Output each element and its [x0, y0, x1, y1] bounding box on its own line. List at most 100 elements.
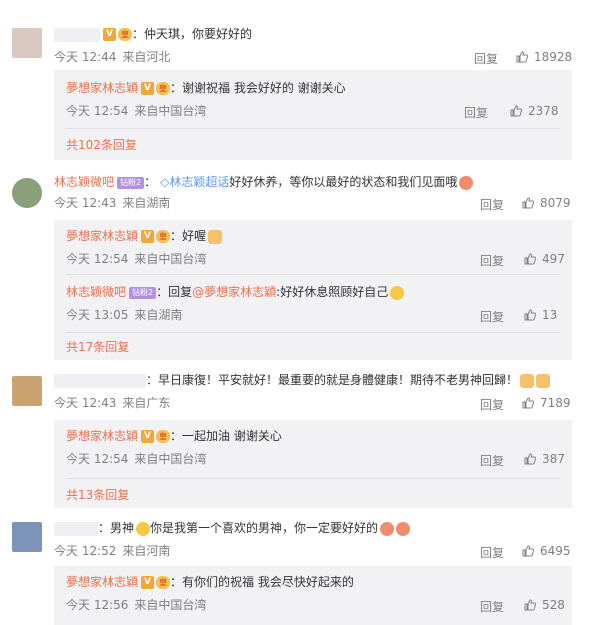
reply-button[interactable]: 回复 — [464, 104, 488, 121]
sub-reply-username[interactable]: 夢想家林志穎 — [66, 229, 138, 243]
thumbs-up-icon — [522, 545, 535, 557]
sub-reply-header: 夢想家林志穎 V 皇：谢谢祝福 我会好好的 谢谢关心 — [66, 81, 346, 95]
reply-button[interactable]: 回复 — [480, 396, 504, 413]
comment-text-part2: 你是我第一个喜欢的男神，你一定要好好的 — [150, 521, 379, 535]
more-replies-link[interactable]: 共17条回复 — [66, 338, 129, 355]
reply-box: 夢想家林志穎 V 皇：一起加油 谢谢关心 今天 12:54 来自中国台湾 回复 387… — [54, 420, 572, 508]
avatar[interactable] — [12, 376, 42, 406]
reply-button[interactable]: 回复 — [480, 196, 504, 213]
sub-reply-text: 一起加油 谢谢关心 — [182, 429, 282, 443]
username-blurred[interactable] — [54, 373, 146, 388]
reply-button[interactable]: 回复 — [480, 452, 504, 469]
comment-item: V 皇：仲天琪，你要好好的 今天 12:44 来自河北 回复 18928 夢想家林志… — [0, 0, 589, 160]
sub-reply-meta: 今天 12:54 来自中国台湾 — [66, 452, 212, 466]
sub-reply-username[interactable]: 夢想家林志穎 — [66, 429, 138, 443]
sub-reply-meta: 今天 12:54 来自中国台湾 — [66, 104, 212, 118]
comment-text-part1: 男神 — [110, 521, 135, 535]
source: 来自中国台湾 — [134, 252, 207, 266]
username-blurred[interactable] — [54, 521, 98, 536]
divider — [66, 128, 560, 129]
crown-icon: 皇 — [156, 230, 171, 243]
topic-icon: ◇ — [160, 175, 170, 189]
sub-reply-header: 夢想家林志穎 V 皇：一起加油 谢谢关心 — [66, 429, 282, 443]
source: 来自广东 — [122, 396, 171, 410]
comment-meta: 今天 12:43 来自广东 — [54, 396, 176, 410]
avatar[interactable] — [12, 28, 42, 58]
reply-button[interactable]: 回复 — [480, 598, 504, 615]
like-count: 18928 — [534, 50, 573, 64]
like-button[interactable]: 497 — [524, 252, 565, 266]
sub-reply: 夢想家林志穎 V 皇：好喔 今天 12:54 来自中国台湾 回复 497 — [54, 220, 572, 274]
reply-prefix: 回复 — [168, 285, 193, 299]
comment-header: ：男神 你是我第一个喜欢的男神，你一定要好好的 — [54, 520, 411, 536]
emoji-icon — [396, 521, 411, 536]
comment-item: ：男神 你是我第一个喜欢的男神，你一定要好好的 今天 12:52 来自河南 回复 6… — [0, 510, 589, 625]
sub-reply-meta: 今天 12:54 来自中国台湾 — [66, 252, 212, 266]
comment-item: 林志颖微吧 钻粉2： ◇林志颖超话好好休养，等你以最好的状态和我们见面哦 今天 12… — [0, 160, 589, 360]
like-count: 528 — [542, 598, 565, 612]
like-button[interactable]: 8079 — [522, 196, 571, 210]
sub-reply-text: 好好休息照顾好自己 — [280, 285, 389, 299]
like-button[interactable]: 18928 — [516, 50, 572, 64]
timestamp: 今天 12:54 — [66, 252, 129, 266]
verified-icon: V — [141, 576, 155, 589]
like-count: 7189 — [540, 396, 571, 410]
topic-link[interactable]: 林志颖超话 — [169, 175, 229, 189]
like-count: 2378 — [528, 104, 559, 118]
source: 来自河南 — [122, 544, 171, 558]
like-button[interactable]: 528 — [524, 598, 565, 612]
sub-reply: 夢想家林志穎 V 皇：谢谢祝福 我会好好的 谢谢关心 今天 12:54 来自中国台湾 … — [54, 70, 572, 124]
thumbs-up-icon — [524, 599, 537, 611]
reply-button[interactable]: 回复 — [480, 252, 504, 269]
sub-reply-username[interactable]: 林志颖微吧 — [66, 285, 126, 299]
more-replies-link[interactable]: 共13条回复 — [66, 486, 129, 503]
like-button[interactable]: 6495 — [522, 544, 571, 558]
source: 来自湖南 — [134, 308, 183, 322]
reply-button[interactable]: 回复 — [480, 544, 504, 561]
timestamp: 今天 12:54 — [66, 452, 129, 466]
source: 来自中国台湾 — [134, 104, 207, 118]
thumbs-up-emoji-icon — [208, 229, 223, 244]
avatar[interactable] — [12, 522, 42, 552]
timestamp: 今天 12:56 — [66, 598, 129, 612]
comment-header: ：早日康復！平安就好！最重要的就是身體健康！期待不老男神回歸！ — [54, 372, 551, 388]
reply-button[interactable]: 回复 — [474, 50, 498, 67]
sub-reply-username[interactable]: 夢想家林志穎 — [66, 81, 138, 95]
like-button[interactable]: 7189 — [522, 396, 571, 410]
sub-reply-header: 夢想家林志穎 V 皇：好喔 — [66, 228, 223, 244]
mention-link[interactable]: @夢想家林志穎 — [192, 285, 276, 299]
like-button[interactable]: 2378 — [510, 104, 559, 118]
crown-icon: 皇 — [156, 576, 171, 589]
comment-meta: 今天 12:43 来自湖南 — [54, 196, 176, 210]
divider — [66, 478, 560, 479]
crown-icon: 皇 — [118, 28, 132, 41]
avatar[interactable] — [12, 178, 42, 208]
like-count: 497 — [542, 252, 565, 266]
crown-icon: 皇 — [156, 430, 171, 443]
username[interactable]: 林志颖微吧 — [54, 175, 114, 189]
thumbs-up-icon — [516, 51, 529, 63]
like-button[interactable]: 387 — [524, 452, 565, 466]
verified-icon: V — [141, 230, 155, 243]
like-count: 387 — [542, 452, 565, 466]
source: 来自河北 — [122, 50, 171, 64]
like-count: 6495 — [540, 544, 571, 558]
sub-reply-text: 好喔 — [182, 229, 207, 243]
emoji-icon — [380, 521, 395, 536]
reply-box: 夢想家林志穎 V 皇：好喔 今天 12:54 来自中国台湾 回复 497 林志颖微吧钻… — [54, 220, 572, 360]
like-count: 13 — [542, 308, 558, 322]
timestamp: 今天 12:43 — [54, 196, 117, 210]
timestamp: 今天 12:52 — [54, 544, 117, 558]
sub-reply-username[interactable]: 夢想家林志穎 — [66, 575, 138, 589]
sub-reply-meta: 今天 13:05 来自湖南 — [66, 308, 188, 322]
reply-button[interactable]: 回复 — [480, 308, 504, 325]
sub-reply: 夢想家林志穎 V 皇：有你们的祝福 我会尽快好起来的 今天 12:56 来自中国台湾 … — [54, 566, 572, 620]
sub-reply-meta: 今天 12:56 来自中国台湾 — [66, 598, 212, 612]
sub-reply-header: 林志颖微吧 钻粉2 ：回复@夢想家林志穎:好好休息照顾好自己 — [66, 284, 405, 300]
comment-text: 好好休养，等你以最好的状态和我们见面哦 — [229, 175, 458, 189]
fan-level-badge: 钻粉2 — [129, 286, 157, 299]
comment-text: 仲天琪，你要好好的 — [144, 27, 253, 41]
more-replies-link[interactable]: 共102条回复 — [66, 136, 137, 153]
username-blurred[interactable] — [54, 27, 100, 42]
like-button[interactable]: 13 — [524, 308, 557, 322]
